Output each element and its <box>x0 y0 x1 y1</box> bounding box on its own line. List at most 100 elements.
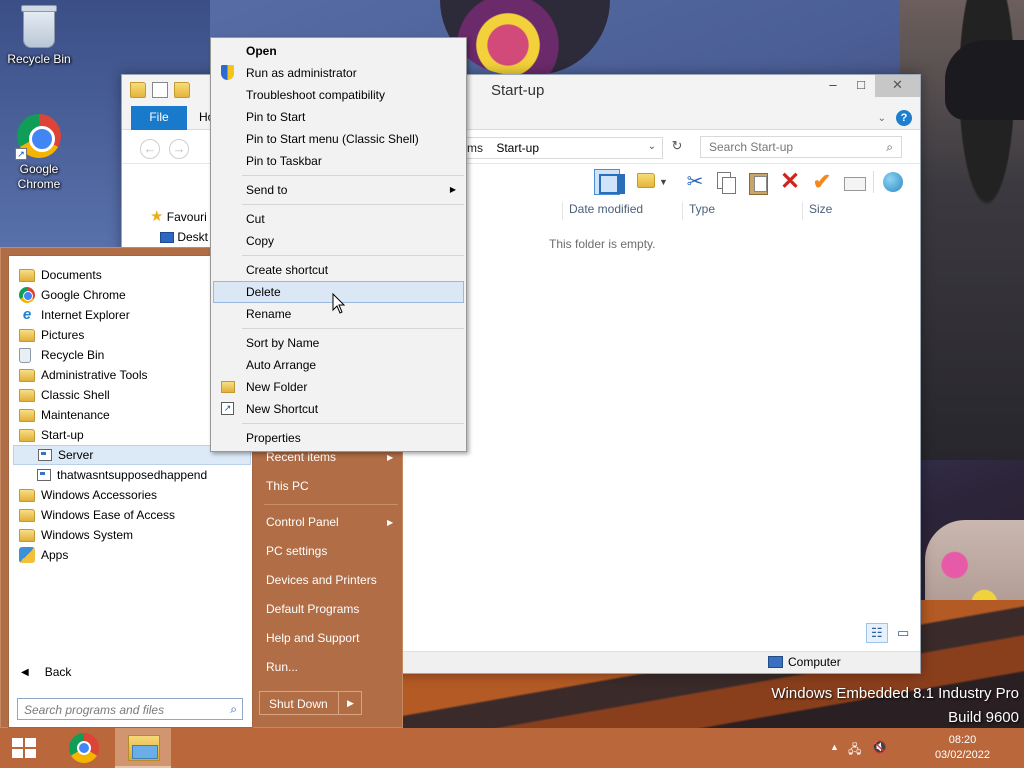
desktop-icon-recycle-bin[interactable]: Recycle Bin <box>0 5 78 67</box>
shutdown-options-arrow-icon[interactable]: ▶ <box>338 692 362 714</box>
nav-item-favourites[interactable]: ★ Favouri <box>150 207 207 225</box>
address-bar[interactable]: ms Start-up ⌄ <box>467 137 663 159</box>
start-item-control-panel[interactable]: Control Panel <box>266 515 339 529</box>
start-item-devices-and-printers[interactable]: Devices and Printers <box>266 573 377 587</box>
start-item-this-pc[interactable]: This PC <box>266 479 309 493</box>
menu-item-auto-arrange[interactable]: Auto Arrange <box>213 354 464 376</box>
folder-icon <box>19 428 35 442</box>
search-placeholder: Search Start-up <box>709 140 794 154</box>
column-date-modified[interactable]: Date modified <box>562 202 676 220</box>
delete-icon[interactable]: ✕ <box>777 169 803 195</box>
tab-file[interactable]: File <box>131 106 187 130</box>
menu-item-pin-to-start[interactable]: Pin to Start <box>213 106 464 128</box>
details-view-icon[interactable] <box>866 623 888 643</box>
new-folder-icon[interactable] <box>174 82 190 98</box>
properties-icon[interactable] <box>152 82 168 98</box>
folder-icon <box>130 82 146 98</box>
program-label: Recycle Bin <box>41 348 105 362</box>
program-windows-system[interactable]: Windows System <box>13 525 251 545</box>
windows-build-watermark: Build 9600 <box>948 709 1019 726</box>
menu-item-new-shortcut[interactable]: ↗ New Shortcut <box>213 398 464 420</box>
preview-pane-icon[interactable] <box>594 169 625 195</box>
search-input[interactable]: Search Start-up ⌕ <box>700 136 902 158</box>
program-label: Google Chrome <box>41 288 126 302</box>
wallpaper-cap <box>945 40 1024 120</box>
desktop-icon-google-chrome[interactable]: ↗ Google Chrome <box>0 114 78 192</box>
start-item-recent-items[interactable]: Recent items <box>266 450 336 464</box>
menu-item-label: New Folder <box>246 380 308 394</box>
menu-item-troubleshoot-compatibility[interactable]: Troubleshoot compatibility <box>213 84 464 106</box>
folder-icon <box>19 268 35 282</box>
breadcrumb-parent[interactable]: ms <box>467 141 483 155</box>
program-label: Apps <box>41 548 69 562</box>
breadcrumb-current[interactable]: Start-up <box>496 141 539 155</box>
context-menu[interactable]: Open Run as administrator Troubleshoot c… <box>210 37 467 452</box>
folder-options-icon[interactable] <box>637 173 655 188</box>
menu-item-send-to[interactable]: Send to ▶ <box>213 179 464 201</box>
taskbar-app-file-explorer[interactable] <box>115 728 171 768</box>
shield-icon <box>221 65 234 80</box>
program-thatwasntsupposedhappend[interactable]: thatwasntsupposedhappend <box>13 465 251 485</box>
menu-item-pin-to-taskbar[interactable]: Pin to Taskbar <box>213 150 464 172</box>
menu-item-run-as-administrator[interactable]: Run as administrator <box>213 62 464 84</box>
start-item-run[interactable]: Run... <box>266 660 298 674</box>
menu-item-create-shortcut[interactable]: Create shortcut <box>213 259 464 281</box>
volume-muted-icon[interactable]: 🔇 <box>872 740 887 754</box>
nav-item-desktop[interactable]: Deskt <box>160 230 208 244</box>
menu-item-copy[interactable]: Copy <box>213 230 464 252</box>
menu-item-new-folder[interactable]: New Folder <box>213 376 464 398</box>
program-windows-ease-of-access[interactable]: Windows Ease of Access <box>13 505 251 525</box>
empty-folder-message: This folder is empty. <box>549 237 656 251</box>
search-icon[interactable]: ⌕ <box>886 140 893 155</box>
refresh-icon[interactable]: ↻ <box>668 138 686 156</box>
forward-arrow-icon[interactable]: → <box>169 139 189 159</box>
minimize-button[interactable]: – <box>819 75 847 97</box>
start-item-pc-settings[interactable]: PC settings <box>266 544 327 558</box>
menu-separator <box>242 175 464 176</box>
checkmark-icon[interactable]: ✔ <box>809 169 835 195</box>
copy-icon[interactable] <box>713 169 739 195</box>
shutdown-button[interactable]: Shut Down ▶ <box>259 691 362 715</box>
help-icon[interactable]: ? <box>896 110 912 126</box>
start-search-input[interactable]: Search programs and files ⌕ <box>17 698 243 720</box>
window-title: Start-up <box>491 82 545 99</box>
cut-icon[interactable]: ✂ <box>682 169 708 195</box>
program-windows-accessories[interactable]: Windows Accessories <box>13 485 251 505</box>
start-item-help-and-support[interactable]: Help and Support <box>266 631 359 645</box>
start-item-default-programs[interactable]: Default Programs <box>266 602 359 616</box>
menu-item-open[interactable]: Open <box>213 40 464 62</box>
program-label: Documents <box>41 268 102 282</box>
paste-icon[interactable] <box>745 169 771 195</box>
program-label: Start-up <box>41 428 84 442</box>
column-type[interactable]: Type <box>682 202 796 220</box>
menu-item-label: New Shortcut <box>246 402 319 416</box>
show-hidden-icons-icon[interactable]: ▲ <box>830 742 839 752</box>
menu-item-cut[interactable]: Cut <box>213 208 464 230</box>
start-button[interactable] <box>0 728 48 768</box>
desktop-icon-label: Recycle Bin <box>7 52 71 66</box>
globe-icon[interactable] <box>880 169 906 195</box>
menu-item-pin-to-start-menu[interactable]: Pin to Start menu (Classic Shell) <box>213 128 464 150</box>
system-tray: ▲ 🖧 🔇 08:20 03/02/2022 <box>824 728 1024 768</box>
maximize-button[interactable]: □ <box>847 75 875 97</box>
apps-icon <box>19 547 35 563</box>
windows-logo-icon <box>12 738 38 758</box>
window-controls: – □ ✕ <box>819 75 920 97</box>
network-icon[interactable]: 🖧 <box>848 740 861 761</box>
back-arrow-icon[interactable]: ← <box>140 139 160 159</box>
chevron-down-icon[interactable]: ⌄ <box>648 141 656 152</box>
close-button[interactable]: ✕ <box>875 75 920 97</box>
back-button[interactable]: ◀ Back <box>21 665 71 679</box>
properties-icon[interactable] <box>841 169 867 195</box>
menu-item-properties[interactable]: Properties <box>213 427 464 449</box>
clock[interactable]: 08:20 03/02/2022 <box>935 733 990 763</box>
menu-item-sort-by-name[interactable]: Sort by Name <box>213 332 464 354</box>
chevron-down-icon[interactable]: ⌄ <box>878 113 886 124</box>
large-icons-view-icon[interactable] <box>892 623 914 643</box>
column-size[interactable]: Size <box>802 202 882 220</box>
program-apps[interactable]: Apps <box>13 545 251 565</box>
program-label: Administrative Tools <box>41 368 148 382</box>
taskbar-app-chrome[interactable] <box>55 728 111 768</box>
search-icon[interactable]: ⌕ <box>230 702 237 717</box>
folder-icon <box>221 381 235 393</box>
